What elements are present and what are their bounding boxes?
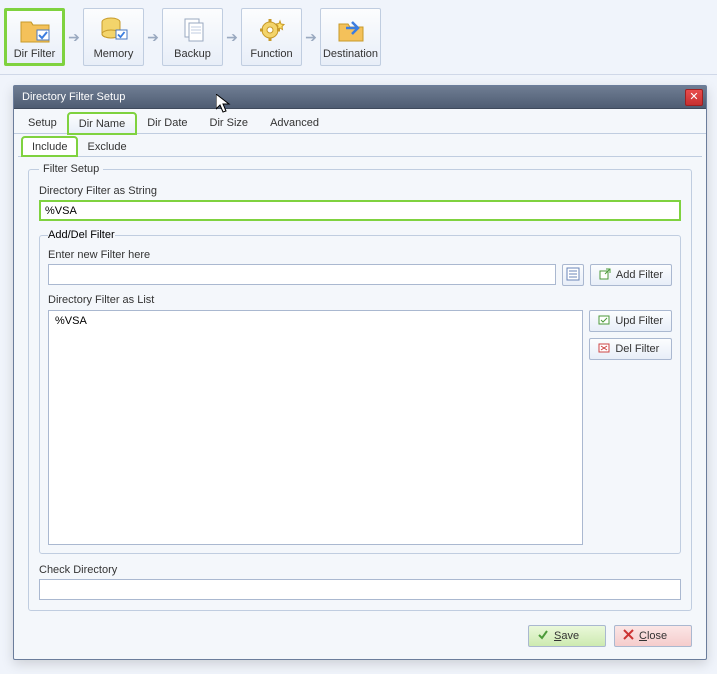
close-icon bbox=[623, 629, 634, 643]
dialog-body: Include Exclude Filter Setup Directory F… bbox=[14, 134, 706, 617]
include-exclude-tabs: Include Exclude bbox=[14, 134, 706, 156]
arrow-icon: ➔ bbox=[223, 29, 241, 46]
arrow-icon: ➔ bbox=[144, 29, 162, 46]
dialog-close-button[interactable]: ✕ bbox=[685, 89, 703, 106]
enter-filter-label: Enter new Filter here bbox=[48, 249, 672, 261]
add-filter-button[interactable]: Add Filter bbox=[590, 264, 672, 286]
toolbar-item-function[interactable]: Function bbox=[241, 8, 302, 66]
save-label-tail: ave bbox=[561, 630, 579, 642]
add-del-legend: Add/Del Filter bbox=[48, 229, 115, 241]
list-item[interactable]: %VSA bbox=[55, 315, 576, 327]
check-directory-label: Check Directory bbox=[39, 564, 681, 576]
toolbar-item-memory[interactable]: Memory bbox=[83, 8, 144, 66]
arrow-icon: ➔ bbox=[65, 29, 83, 46]
gear-star-icon bbox=[256, 14, 288, 46]
directory-filter-dialog: Directory Filter Setup ✕ Setup Dir Name … bbox=[13, 85, 707, 660]
dialog-main-tabs: Setup Dir Name Dir Date Dir Size Advance… bbox=[14, 109, 706, 134]
filter-list-label: Directory Filter as List bbox=[48, 294, 672, 306]
enter-filter-input[interactable] bbox=[48, 264, 556, 285]
delete-icon bbox=[598, 342, 610, 357]
filter-string-label: Directory Filter as String bbox=[39, 185, 681, 197]
save-button[interactable]: Save bbox=[528, 625, 606, 647]
workflow-toolbar: Dir Filter ➔ Memory ➔ Backup ➔ Function … bbox=[0, 0, 717, 75]
subtab-include[interactable]: Include bbox=[22, 137, 77, 156]
close-x-icon: ✕ bbox=[689, 91, 698, 103]
dialog-titlebar[interactable]: Directory Filter Setup ✕ bbox=[14, 86, 706, 109]
database-check-icon bbox=[98, 14, 130, 46]
toolbar-item-dir-filter[interactable]: Dir Filter bbox=[4, 8, 65, 66]
toolbar-label-backup: Backup bbox=[174, 48, 211, 60]
folder-arrow-icon bbox=[335, 14, 367, 46]
tab-dir-size[interactable]: Dir Size bbox=[199, 112, 260, 133]
documents-icon bbox=[177, 14, 209, 46]
toolbar-label-dir-filter: Dir Filter bbox=[14, 48, 56, 60]
arrow-icon: ➔ bbox=[302, 29, 320, 46]
filter-setup-legend: Filter Setup bbox=[39, 163, 103, 175]
list-icon bbox=[566, 267, 580, 284]
subtab-content: Filter Setup Directory Filter as String … bbox=[18, 156, 702, 617]
filter-setup-fieldset: Filter Setup Directory Filter as String … bbox=[28, 163, 692, 611]
dialog-title: Directory Filter Setup bbox=[22, 91, 685, 103]
close-button[interactable]: Close bbox=[614, 625, 692, 647]
update-icon bbox=[598, 314, 610, 329]
dialog-footer: Save Close bbox=[14, 617, 706, 659]
filter-listbox[interactable]: %VSA bbox=[48, 310, 583, 545]
browse-list-button[interactable] bbox=[562, 264, 584, 286]
close-label-tail: lose bbox=[647, 630, 667, 642]
add-icon bbox=[599, 268, 611, 283]
toolbar-item-destination[interactable]: Destination bbox=[320, 8, 381, 66]
tab-dir-date[interactable]: Dir Date bbox=[136, 112, 198, 133]
tab-setup[interactable]: Setup bbox=[17, 112, 68, 133]
check-icon bbox=[537, 629, 549, 644]
check-directory-input[interactable] bbox=[39, 579, 681, 600]
upd-filter-button[interactable]: Upd Filter bbox=[589, 310, 672, 332]
toolbar-label-memory: Memory bbox=[94, 48, 134, 60]
del-filter-button[interactable]: Del Filter bbox=[589, 338, 672, 360]
folder-check-icon bbox=[19, 14, 51, 46]
toolbar-label-destination: Destination bbox=[323, 48, 378, 60]
add-del-filter-group: Add/Del Filter Enter new Filter here bbox=[39, 229, 681, 554]
tab-advanced[interactable]: Advanced bbox=[259, 112, 330, 133]
filter-string-input[interactable] bbox=[39, 200, 681, 221]
toolbar-item-backup[interactable]: Backup bbox=[162, 8, 223, 66]
toolbar-label-function: Function bbox=[250, 48, 292, 60]
tab-dir-name[interactable]: Dir Name bbox=[68, 113, 136, 134]
subtab-exclude[interactable]: Exclude bbox=[77, 137, 136, 156]
